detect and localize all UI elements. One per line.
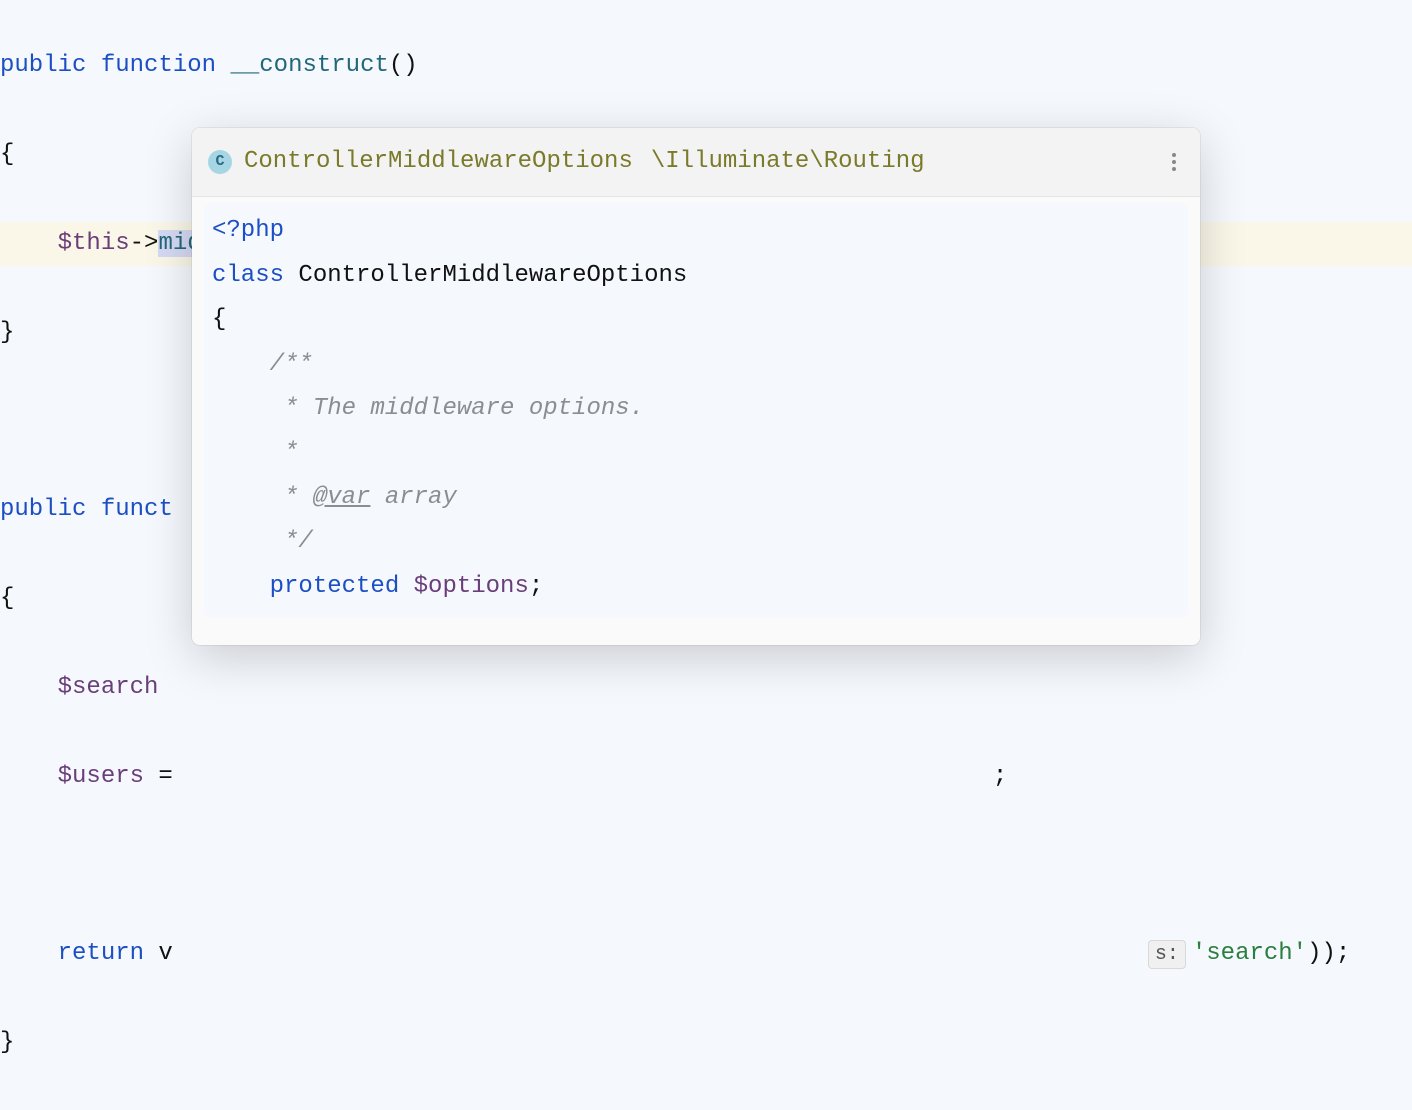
popup-namespace: \Illuminate\Routing [651, 140, 925, 184]
parens: () [389, 52, 418, 79]
code-line[interactable]: $search [0, 666, 1412, 710]
string: 'search' [1192, 940, 1307, 967]
brace: } [0, 1029, 14, 1056]
keyword: function [101, 52, 216, 79]
variable: $this [58, 230, 130, 257]
keyword: public [0, 52, 86, 79]
variable: $options [414, 573, 529, 600]
function-name: __construct [230, 52, 388, 79]
brace: { [0, 585, 14, 612]
text: v [144, 940, 173, 967]
brace: } [0, 319, 14, 346]
popup-code-preview[interactable]: <?php class ControllerMiddlewareOptions … [204, 203, 1188, 617]
variable: $search [58, 674, 159, 701]
popup-title: ControllerMiddlewareOptions [244, 140, 633, 184]
keyword: public [0, 496, 86, 523]
paren-close: )); [1307, 940, 1350, 967]
inlay-hint: s: [1148, 940, 1186, 969]
quick-doc-popup[interactable]: C ControllerMiddlewareOptions \Illuminat… [192, 128, 1200, 645]
docblock: * [270, 484, 313, 511]
keyword: return [58, 940, 144, 967]
docblock: /** [270, 351, 313, 378]
popup-header: C ControllerMiddlewareOptions \Illuminat… [192, 128, 1200, 197]
classname: ControllerMiddlewareOptions [298, 262, 687, 289]
docblock: array [370, 484, 456, 511]
popup-body: <?php class ControllerMiddlewareOptions … [192, 197, 1200, 645]
code-line[interactable]: return v s:'search')); [0, 932, 1412, 976]
brace: { [212, 306, 226, 333]
operator: -> [130, 230, 159, 257]
semicolon: ; [993, 763, 1007, 790]
php-open-tag: <?php [212, 217, 284, 244]
keyword: protected [270, 573, 400, 600]
code-line[interactable]: } [0, 1021, 1412, 1065]
doc-tag: @var [313, 484, 371, 511]
operator: = [144, 763, 173, 790]
code-line[interactable]: $users =; [0, 755, 1412, 799]
keyword: funct [101, 496, 173, 523]
keyword: class [212, 262, 284, 289]
semicolon: ; [529, 573, 543, 600]
brace: { [0, 141, 14, 168]
docblock: * [270, 439, 299, 466]
code-line-blank[interactable] [0, 843, 1412, 887]
more-icon[interactable] [1164, 146, 1184, 178]
docblock: */ [270, 528, 313, 555]
variable: $users [58, 763, 144, 790]
docblock: * The middleware options. [270, 395, 644, 422]
class-icon: C [208, 150, 232, 174]
code-line[interactable]: public function __construct() [0, 44, 1412, 88]
